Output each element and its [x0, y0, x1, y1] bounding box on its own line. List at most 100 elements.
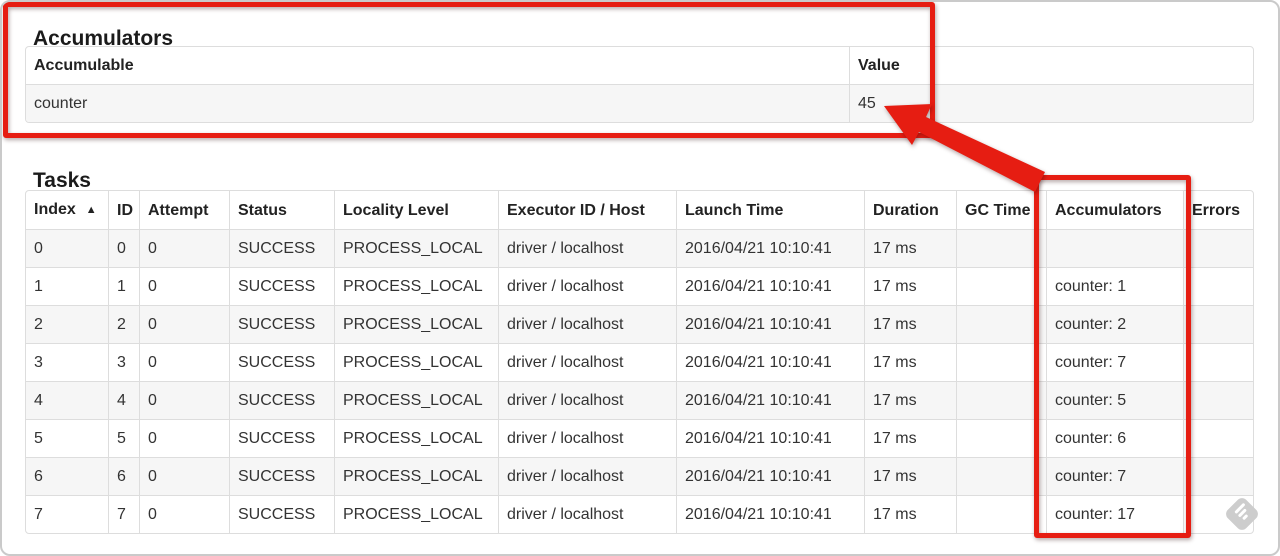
col-header-duration[interactable]: Duration [864, 191, 956, 229]
cell-index: 0 [26, 229, 108, 267]
col-header-accumulators[interactable]: Accumulators [1046, 191, 1183, 229]
cell-index: 2 [26, 305, 108, 343]
cell-locality-level: PROCESS_LOCAL [334, 229, 498, 267]
col-header-launch-time[interactable]: Launch Time [676, 191, 864, 229]
cell-executor-id-host: driver / localhost [498, 419, 676, 457]
task-row: 1 1 0 SUCCESS PROCESS_LOCAL driver / localhos… [26, 267, 1253, 305]
task-row: 3 3 0 SUCCESS PROCESS_LOCAL driver / localhos… [26, 343, 1253, 381]
col-header-gc-time[interactable]: GC Time [956, 191, 1046, 229]
cell-locality-level: PROCESS_LOCAL [334, 495, 498, 533]
cell-id: 0 [108, 229, 139, 267]
cell-index: 1 [26, 267, 108, 305]
cell-errors [1183, 343, 1253, 381]
tasks-table-body: 0 0 0 SUCCESS PROCESS_LOCAL driver / localhos… [26, 229, 1253, 533]
cell-errors [1183, 267, 1253, 305]
cell-attempt: 0 [139, 419, 229, 457]
col-header-attempt[interactable]: Attempt [139, 191, 229, 229]
cell-duration: 17 ms [864, 343, 956, 381]
cell-launch-time: 2016/04/21 10:10:41 [676, 229, 864, 267]
col-header-locality-level[interactable]: Locality Level [334, 191, 498, 229]
cell-locality-level: PROCESS_LOCAL [334, 457, 498, 495]
cell-attempt: 0 [139, 305, 229, 343]
cell-status: SUCCESS [229, 419, 334, 457]
cell-index: 3 [26, 343, 108, 381]
col-header-errors[interactable]: Errors [1183, 191, 1253, 229]
cell-executor-id-host: driver / localhost [498, 381, 676, 419]
col-header-executor-id-host[interactable]: Executor ID / Host [498, 191, 676, 229]
cell-executor-id-host: driver / localhost [498, 229, 676, 267]
cell-gc-time [956, 343, 1046, 381]
cell-locality-level: PROCESS_LOCAL [334, 381, 498, 419]
cell-accumulable: counter [26, 84, 849, 122]
cell-id: 6 [108, 457, 139, 495]
cell-duration: 17 ms [864, 305, 956, 343]
task-row: 5 5 0 SUCCESS PROCESS_LOCAL driver / localhos… [26, 419, 1253, 457]
accumulators-table-body: counter 45 [26, 84, 1253, 122]
cell-status: SUCCESS [229, 495, 334, 533]
cell-duration: 17 ms [864, 419, 956, 457]
col-header-accumulable: Accumulable [34, 57, 134, 74]
cell-accumulators: counter: 7 [1046, 457, 1183, 495]
accumulators-table: Accumulable Value counter 45 [25, 46, 1254, 123]
cell-duration: 17 ms [864, 457, 956, 495]
cell-gc-time [956, 305, 1046, 343]
cell-duration: 17 ms [864, 495, 956, 533]
col-header-index[interactable]: Index ▲ [26, 191, 108, 229]
cell-accumulators: counter: 6 [1046, 419, 1183, 457]
cell-launch-time: 2016/04/21 10:10:41 [676, 495, 864, 533]
cell-duration: 17 ms [864, 229, 956, 267]
cell-executor-id-host: driver / localhost [498, 495, 676, 533]
cell-executor-id-host: driver / localhost [498, 457, 676, 495]
cell-accumulators: counter: 7 [1046, 343, 1183, 381]
cell-id: 1 [108, 267, 139, 305]
col-header-value: Value [849, 47, 1253, 84]
cell-id: 2 [108, 305, 139, 343]
col-header-id[interactable]: ID [108, 191, 139, 229]
accumulable-row: counter 45 [26, 84, 1253, 122]
col-header-index-label: Index [34, 201, 76, 218]
cell-duration: 17 ms [864, 381, 956, 419]
cell-locality-level: PROCESS_LOCAL [334, 267, 498, 305]
cell-launch-time: 2016/04/21 10:10:41 [676, 267, 864, 305]
cell-gc-time [956, 457, 1046, 495]
tasks-table: Index ▲ ID Attempt Status Locality Level … [25, 190, 1254, 534]
cell-gc-time [956, 267, 1046, 305]
cell-status: SUCCESS [229, 381, 334, 419]
task-row: 2 2 0 SUCCESS PROCESS_LOCAL driver / localhos… [26, 305, 1253, 343]
cell-id: 3 [108, 343, 139, 381]
cell-accumulators: counter: 17 [1046, 495, 1183, 533]
cell-value: 45 [849, 84, 1253, 122]
cell-id: 5 [108, 419, 139, 457]
cell-executor-id-host: driver / localhost [498, 343, 676, 381]
tasks-section-title: Tasks [33, 169, 91, 193]
cell-accumulators: counter: 1 [1046, 267, 1183, 305]
cell-launch-time: 2016/04/21 10:10:41 [676, 343, 864, 381]
cell-executor-id-host: driver / localhost [498, 267, 676, 305]
cell-accumulators [1046, 229, 1183, 267]
cell-duration: 17 ms [864, 267, 956, 305]
sort-ascending-icon: ▲ [85, 204, 97, 216]
cell-index: 5 [26, 419, 108, 457]
cell-accumulators: counter: 5 [1046, 381, 1183, 419]
cell-index: 4 [26, 381, 108, 419]
watermark-stripe [1242, 514, 1249, 521]
cell-launch-time: 2016/04/21 10:10:41 [676, 381, 864, 419]
cell-attempt: 0 [139, 457, 229, 495]
cell-errors [1183, 419, 1253, 457]
cell-executor-id-host: driver / localhost [498, 305, 676, 343]
cell-launch-time: 2016/04/21 10:10:41 [676, 457, 864, 495]
cell-gc-time [956, 381, 1046, 419]
cell-gc-time [956, 229, 1046, 267]
cell-errors [1183, 305, 1253, 343]
cell-index: 7 [26, 495, 108, 533]
cell-errors [1183, 457, 1253, 495]
tasks-header-row: Index ▲ ID Attempt Status Locality Level … [26, 191, 1253, 229]
col-header-status[interactable]: Status [229, 191, 334, 229]
task-row: 7 7 0 SUCCESS PROCESS_LOCAL driver / localhos… [26, 495, 1253, 533]
cell-attempt: 0 [139, 267, 229, 305]
cell-status: SUCCESS [229, 343, 334, 381]
cell-attempt: 0 [139, 381, 229, 419]
cell-gc-time [956, 419, 1046, 457]
cell-status: SUCCESS [229, 457, 334, 495]
cell-locality-level: PROCESS_LOCAL [334, 343, 498, 381]
